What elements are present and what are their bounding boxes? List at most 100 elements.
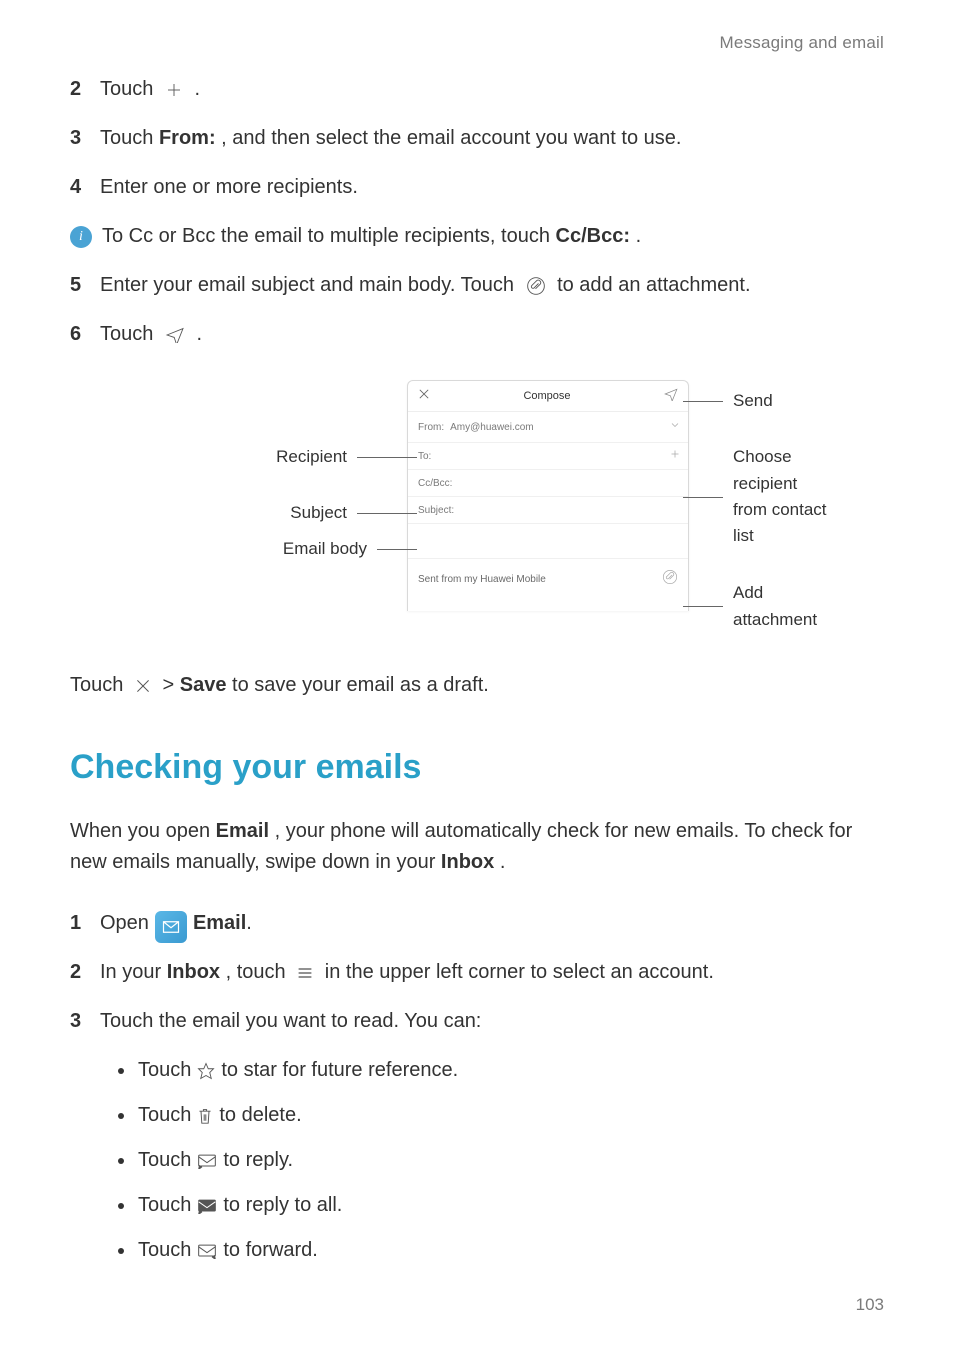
close-icon <box>135 678 151 694</box>
compose-diagram: Compose From: Amy@huawei.com To: Cc/Bcc:… <box>127 380 827 630</box>
send-icon[interactable] <box>664 387 678 407</box>
bstep2-mid: , touch <box>226 961 292 983</box>
info-icon: i <box>70 226 92 248</box>
page-number: 103 <box>856 1292 884 1318</box>
bullet-list: Touch to star for future reference. Touc… <box>114 1055 884 1266</box>
compose-title: Compose <box>523 388 570 405</box>
b3-before: Touch <box>138 1145 191 1176</box>
step-number: 2 <box>70 957 94 988</box>
page-header: Messaging and email <box>70 30 884 56</box>
bstep-3: 3 Touch the email you want to read. You … <box>70 1006 884 1037</box>
step-number: 3 <box>70 123 94 154</box>
compose-to-row[interactable]: To: <box>408 443 688 470</box>
bstep1-prefix: Open <box>100 908 149 939</box>
step-number: 5 <box>70 270 94 301</box>
b2-after: to delete. <box>219 1100 301 1131</box>
callout-contacts-label: Choose recipient from contact list <box>733 444 827 549</box>
callout-subject-label: Subject <box>290 500 347 526</box>
bullet-icon <box>118 1068 124 1074</box>
draft-mid: > <box>163 674 180 696</box>
callout-send: Send <box>683 388 773 414</box>
menu-icon <box>297 966 313 980</box>
callout-subject: Subject <box>127 500 417 526</box>
bullet-icon <box>118 1113 124 1119</box>
b5-after: to forward. <box>223 1235 317 1266</box>
info-prefix: To Cc or Bcc the email to multiple recip… <box>102 225 556 247</box>
bullet-star: Touch to star for future reference. <box>114 1055 884 1086</box>
draft-instruction: Touch > Save to save your email as a dra… <box>70 670 884 701</box>
p1c: . <box>500 851 506 873</box>
compose-ccbcc-row[interactable]: Cc/Bcc: <box>408 470 688 497</box>
bstep2-before: In your <box>100 961 167 983</box>
bullet-icon <box>118 1158 124 1164</box>
to-label: To: <box>418 449 431 465</box>
from-value: Amy@huawei.com <box>450 420 534 436</box>
compose-body-area[interactable] <box>408 524 688 559</box>
step2-prefix: Touch <box>100 78 159 100</box>
bstep2-bold: Inbox <box>167 961 220 983</box>
add-recipient-icon[interactable] <box>670 449 680 465</box>
step6-after: . <box>197 323 203 345</box>
bullet-delete: Touch to delete. <box>114 1100 884 1131</box>
header-section: Messaging and email <box>720 33 884 52</box>
b4-after: to reply to all. <box>223 1190 342 1221</box>
reply-icon <box>197 1153 217 1169</box>
bstep1-after: . <box>246 908 252 939</box>
bstep-1: 1 Open Email . <box>70 908 884 939</box>
step4-text: Enter one or more recipients. <box>100 176 358 198</box>
section-paragraph: When you open Email , your phone will au… <box>70 816 884 878</box>
b4-before: Touch <box>138 1190 191 1221</box>
p1a: When you open <box>70 820 216 842</box>
b1-before: Touch <box>138 1055 191 1086</box>
bullet-icon <box>118 1248 124 1254</box>
b3-after: to reply. <box>223 1145 293 1176</box>
star-icon <box>197 1062 215 1080</box>
compose-signature: Sent from my Huawei Mobile <box>418 572 546 588</box>
draft-after: to save your email as a draft. <box>232 674 489 696</box>
chevron-down-icon[interactable] <box>670 420 680 436</box>
bstep3-text: Touch the email you want to read. You ca… <box>100 1010 481 1032</box>
step-number: 3 <box>70 1006 94 1037</box>
bstep1-bold: Email <box>193 908 246 939</box>
compose-screen: Compose From: Amy@huawei.com To: Cc/Bcc:… <box>407 380 689 611</box>
step-4: 4 Enter one or more recipients. <box>70 172 884 203</box>
bullet-reply-all: Touch to reply to all. <box>114 1190 884 1221</box>
callout-recipient: Recipient <box>127 444 417 470</box>
info-after: . <box>636 225 642 247</box>
paperclip-icon[interactable] <box>662 569 678 591</box>
step5-after: to add an attachment. <box>557 274 750 296</box>
from-label: From: <box>418 420 444 436</box>
draft-prefix: Touch <box>70 674 129 696</box>
compose-subject-row[interactable]: Subject: <box>408 497 688 524</box>
step3-bold: From: <box>159 127 216 149</box>
paperclip-icon <box>526 276 546 296</box>
compose-from-row[interactable]: From: Amy@huawei.com <box>408 412 688 443</box>
p1-bold2: Inbox <box>441 851 494 873</box>
reply-all-icon <box>197 1198 217 1214</box>
p1-bold1: Email <box>216 820 269 842</box>
step-number: 1 <box>70 908 94 939</box>
bstep-2: 2 In your Inbox , touch in the upper lef… <box>70 957 884 988</box>
bstep2-after: in the upper left corner to select an ac… <box>325 961 714 983</box>
close-icon[interactable] <box>418 388 430 406</box>
draft-bold: Save <box>180 674 227 696</box>
step-number: 2 <box>70 74 94 105</box>
send-icon <box>165 327 185 343</box>
b5-before: Touch <box>138 1235 191 1266</box>
subject-label: Subject: <box>418 503 454 519</box>
bullet-forward: Touch to forward. <box>114 1235 884 1266</box>
ccbcc-label: Cc/Bcc: <box>418 476 452 492</box>
step-3: 3 Touch From: , and then select the emai… <box>70 123 884 154</box>
callout-body-label: Email body <box>283 536 367 562</box>
callout-send-label: Send <box>733 388 773 414</box>
info-tip: i To Cc or Bcc the email to multiple rec… <box>70 221 884 252</box>
step-5: 5 Enter your email subject and main body… <box>70 270 884 301</box>
forward-icon <box>197 1243 217 1259</box>
trash-icon <box>197 1107 213 1125</box>
callout-contacts: Choose recipient from contact list <box>683 444 827 549</box>
callout-body: Email body <box>127 536 417 562</box>
step-number: 6 <box>70 319 94 350</box>
step2-after: . <box>195 78 201 100</box>
bullet-reply: Touch to reply. <box>114 1145 884 1176</box>
callout-recipient-label: Recipient <box>276 444 347 470</box>
